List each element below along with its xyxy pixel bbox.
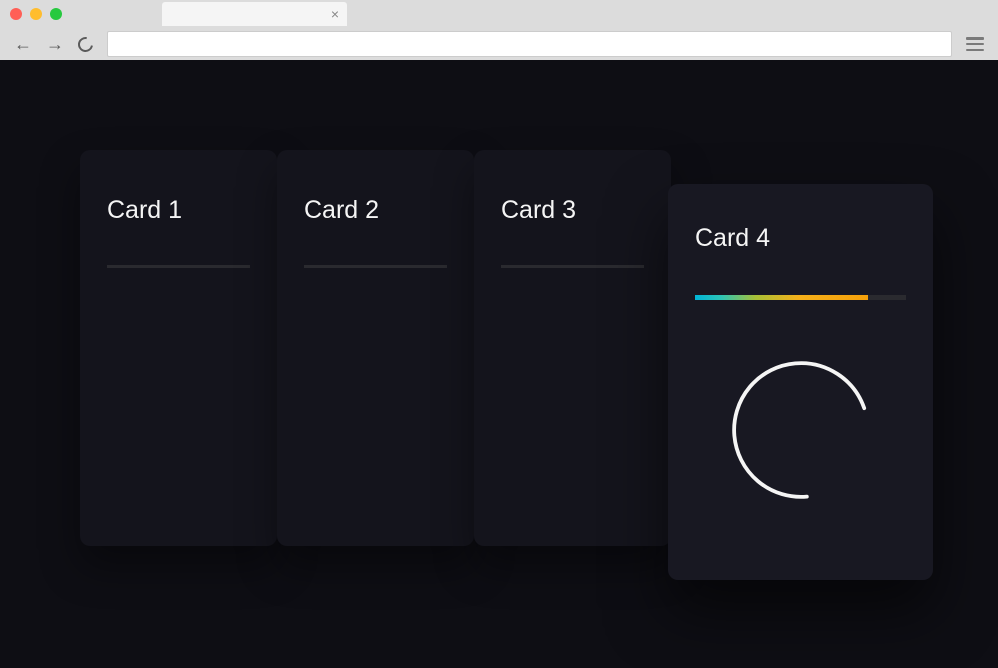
spinner-container [695,354,906,506]
progress-fill [695,295,868,300]
browser-tab[interactable]: × [162,2,347,26]
url-input[interactable] [107,31,952,57]
card-divider [501,265,644,268]
card-4[interactable]: Card 4 [668,184,933,580]
menu-icon[interactable] [966,37,984,51]
progress-bar [695,295,906,300]
card-2[interactable]: Card 2 [277,150,474,546]
tab-bar: × [0,0,998,28]
window-minimize-icon[interactable] [30,8,42,20]
card-1[interactable]: Card 1 [80,150,277,546]
browser-chrome: × ← → [0,0,998,60]
card-divider [304,265,447,268]
window-close-icon[interactable] [10,8,22,20]
nav-bar: ← → [0,28,998,60]
back-icon[interactable]: ← [14,34,32,55]
card-title: Card 2 [304,196,447,225]
card-title: Card 1 [107,196,250,225]
card-title: Card 4 [695,224,906,253]
close-icon[interactable]: × [331,7,339,21]
card-3[interactable]: Card 3 [474,150,671,546]
card-title: Card 3 [501,196,644,225]
card-divider [107,265,250,268]
window-controls [10,8,62,20]
reload-icon[interactable] [75,34,96,55]
page-viewport: Card 1 Card 2 Card 3 Card 4 [0,60,998,668]
window-maximize-icon[interactable] [50,8,62,20]
forward-icon[interactable]: → [46,34,64,55]
loading-spinner-icon [725,354,877,506]
